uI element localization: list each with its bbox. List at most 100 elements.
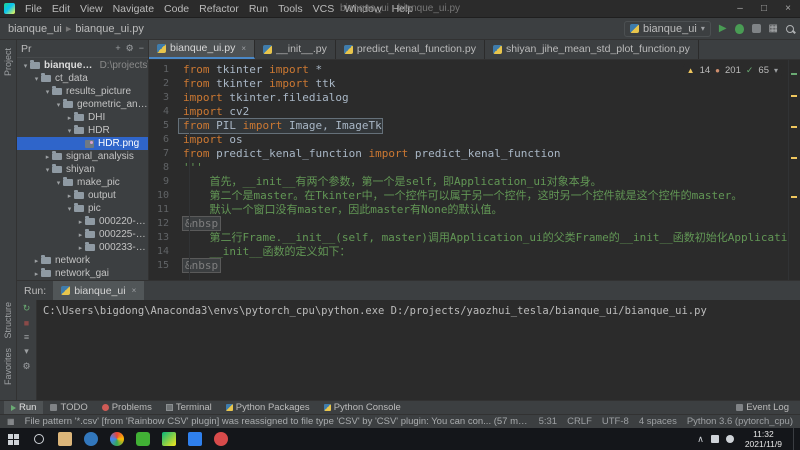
chevron-down-icon[interactable]: ▾ <box>43 88 52 96</box>
tree-item-geometric-analy[interactable]: ▾geometric_analy... <box>17 98 148 111</box>
run-tab[interactable]: bianque_ui × <box>53 281 144 300</box>
chevron-right-icon[interactable]: ▸ <box>76 218 85 226</box>
taskbar-search-button[interactable] <box>26 428 52 450</box>
stop-button[interactable]: ■ <box>24 318 29 328</box>
taskbar-app-wechat[interactable] <box>130 428 156 450</box>
tree-item-shiyan[interactable]: ▾shiyan <box>17 163 148 176</box>
menu-run[interactable]: Run <box>244 3 273 15</box>
toolwindow-toggle-icon[interactable]: ▦ <box>7 417 15 426</box>
coverage-button[interactable] <box>752 24 761 33</box>
start-button[interactable] <box>0 428 26 450</box>
toolwindow-todo-button[interactable]: TODO <box>43 401 94 414</box>
chevron-down-icon[interactable]: ▾ <box>32 75 41 83</box>
tree-item-hdr-png[interactable]: HDR.png <box>17 137 148 150</box>
toolwindow-project-button[interactable]: Project <box>3 48 13 76</box>
menu-code[interactable]: Code <box>159 3 194 15</box>
tree-item-signal-analysis[interactable]: ▸signal_analysis <box>17 150 148 163</box>
breadcrumb-file[interactable]: bianque_ui.py <box>73 23 146 35</box>
tree-item-results-picture[interactable]: ▾results_picture <box>17 85 148 98</box>
taskbar-app-edge[interactable] <box>78 428 104 450</box>
chevron-right-icon[interactable]: ▸ <box>43 153 52 161</box>
toolwindow-favorites-button[interactable]: Favorites <box>3 348 13 385</box>
taskbar-app-vscode[interactable] <box>182 428 208 450</box>
tree-item-000225-47[interactable]: ▸000225-47... <box>17 228 148 241</box>
select-opened-file-icon[interactable]: + <box>115 43 120 54</box>
chevron-down-icon[interactable]: ▾ <box>65 205 74 213</box>
run-console[interactable]: C:\Users\bigdong\Anaconda3\envs\pytorch_… <box>37 300 800 400</box>
menu-vcs[interactable]: VCS <box>308 3 340 15</box>
tree-item-000233-23[interactable]: ▸000233-23... <box>17 241 148 254</box>
collapse-output-icon[interactable]: ▾ <box>24 346 29 357</box>
toolwindow-python-packages-button[interactable]: Python Packages <box>219 401 317 414</box>
caret-position[interactable]: 5:31 <box>539 416 558 427</box>
toolwindow-event-log-button[interactable]: Event Log <box>729 402 796 413</box>
tab-shiyan-jihe-mean-std-plot-function-py[interactable]: shiyan_jihe_mean_std_plot_function.py <box>485 40 699 59</box>
chevron-down-icon[interactable]: ▾ <box>65 127 74 135</box>
interpreter-indicator[interactable]: Python 3.6 (pytorch_cpu) <box>687 416 793 427</box>
minimize-button[interactable]: – <box>728 0 752 17</box>
run-settings-icon[interactable]: ⚙ <box>22 361 30 372</box>
tree-item-make-pic[interactable]: ▾make_pic <box>17 176 148 189</box>
taskbar-app-file-explorer[interactable] <box>52 428 78 450</box>
tree-item-000220-38[interactable]: ▸000220-38... <box>17 215 148 228</box>
menu-tools[interactable]: Tools <box>273 3 308 15</box>
taskbar-app-chrome[interactable] <box>104 428 130 450</box>
chevron-down-icon[interactable]: ▾ <box>54 179 63 187</box>
tab-init-py[interactable]: __init__.py <box>255 40 336 59</box>
close-button[interactable]: × <box>776 0 800 17</box>
chevron-right-icon[interactable]: ▸ <box>76 244 85 252</box>
tree-item-hdr[interactable]: ▾HDR <box>17 124 148 137</box>
toolwindow-run-button[interactable]: Run <box>4 401 43 414</box>
chevron-down-icon[interactable]: ▾ <box>21 62 30 70</box>
maximize-button[interactable]: □ <box>752 0 776 17</box>
tab-bianque-ui-py[interactable]: bianque_ui.py× <box>149 40 255 59</box>
close-icon[interactable]: × <box>241 44 246 53</box>
menu-refactor[interactable]: Refactor <box>194 3 244 15</box>
chevron-right-icon[interactable]: ▸ <box>65 192 74 200</box>
code-area[interactable]: ▲ 14 ● 201 ✓ 65 ▾ 1fro <box>149 60 800 280</box>
volume-icon[interactable] <box>726 435 734 443</box>
chevron-right-icon[interactable]: ▸ <box>76 231 85 239</box>
status-message[interactable]: File pattern '*.csv' [from 'Rainbow CSV'… <box>25 416 529 427</box>
search-everywhere-icon[interactable] <box>786 25 794 33</box>
hide-panel-icon[interactable]: − <box>139 43 144 54</box>
debug-button[interactable] <box>735 24 744 34</box>
rerun-button[interactable]: ↻ <box>23 303 31 314</box>
menu-navigate[interactable]: Navigate <box>108 3 159 15</box>
more-tools-icon[interactable]: ▦ <box>769 23 778 34</box>
tab-predict-kenal-function-py[interactable]: predict_kenal_function.py <box>336 40 485 59</box>
tree-item-dhi[interactable]: ▸DHI <box>17 111 148 124</box>
tree-item-network[interactable]: ▸network <box>17 254 148 267</box>
tree-item-pic[interactable]: ▾pic <box>17 202 148 215</box>
chevron-right-icon[interactable]: ▸ <box>65 114 74 122</box>
network-icon[interactable] <box>711 435 719 443</box>
taskbar-app-pycharm[interactable] <box>156 428 182 450</box>
chevron-right-icon[interactable]: ▸ <box>32 257 41 265</box>
toolwindow-terminal-button[interactable]: Terminal <box>159 401 219 414</box>
taskbar-clock[interactable]: 11:32 2021/11/9 <box>741 429 786 449</box>
menu-view[interactable]: View <box>75 3 108 15</box>
chevron-right-icon[interactable]: ▸ <box>32 270 41 278</box>
indent-indicator[interactable]: 4 spaces <box>639 416 677 427</box>
show-desktop-button[interactable] <box>793 428 797 450</box>
breadcrumb-project[interactable]: bianque_ui <box>6 23 64 35</box>
chevron-down-icon[interactable]: ▾ <box>43 166 52 174</box>
run-config-selector[interactable]: bianque_ui ▾ <box>624 21 711 37</box>
run-button[interactable]: ▶ <box>719 23 727 34</box>
inspections-widget[interactable]: ▲ 14 ● 201 ✓ 65 ▾ <box>683 64 782 77</box>
close-icon[interactable]: × <box>132 286 137 295</box>
tree-item-output[interactable]: ▸output <box>17 189 148 202</box>
run-options-icon[interactable]: ≡ <box>24 332 29 342</box>
line-ending-indicator[interactable]: CRLF <box>567 416 592 427</box>
encoding-indicator[interactable]: UTF-8 <box>602 416 629 427</box>
menu-edit[interactable]: Edit <box>47 3 75 15</box>
tree-item-ct-data[interactable]: ▾ct_data <box>17 72 148 85</box>
tree-item-bianque-ui[interactable]: ▾bianque_uiD:\projects\ <box>17 59 148 72</box>
menu-file[interactable]: File <box>20 3 47 15</box>
toolwindow-structure-button[interactable]: Structure <box>3 302 13 339</box>
error-stripe-scrollbar[interactable] <box>788 60 800 280</box>
toolwindow-python-console-button[interactable]: Python Console <box>317 401 408 414</box>
tray-expand-icon[interactable]: ∧ <box>697 434 704 445</box>
taskbar-app-music[interactable] <box>208 428 234 450</box>
tree-item-network-gai[interactable]: ▸network_gai <box>17 267 148 280</box>
